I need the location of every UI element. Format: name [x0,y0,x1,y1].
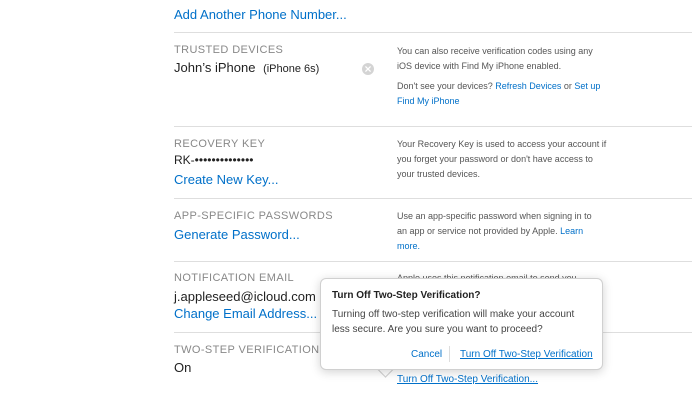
cancel-button[interactable]: Cancel [411,349,442,360]
create-new-key-link[interactable]: Create New Key... [174,172,279,187]
dialog-title: Turn Off Two-Step Verification? [332,290,481,301]
add-phone-number-link[interactable]: Add Another Phone Number... [174,7,347,22]
or-text: or [563,81,572,91]
trusted-devices-title: TRUSTED DEVICES [174,44,284,56]
trusted-device-item: John’s iPhone (iPhone 6s) [174,60,319,75]
divider [174,198,692,199]
turn-off-two-step-link[interactable]: Turn Off Two-Step Verification... [397,374,538,385]
refresh-devices-link[interactable]: Refresh Devices [495,81,561,91]
divider [174,261,692,262]
change-email-link[interactable]: Change Email Address... [174,306,317,321]
device-model: (iPhone 6s) [263,63,320,75]
app-passwords-description: Use an app-specific password when signin… [397,209,602,254]
recovery-key-description: Your Recovery Key is used to access your… [397,139,607,179]
turn-off-confirmation-dialog: Turn Off Two-Step Verification? Turning … [320,278,603,370]
divider [174,126,692,127]
two-step-title: TWO-STEP VERIFICATION [174,344,320,356]
trusted-devices-description: You can also receive verification codes … [397,46,593,71]
recovery-key-value: RK-•••••••••••••• [174,153,254,167]
button-divider [449,346,450,362]
app-passwords-title: APP-SPECIFIC PASSWORDS [174,210,333,222]
dialog-message: Turning off two-step verification will m… [332,309,575,335]
divider [174,32,692,33]
two-step-status: On [174,360,192,375]
generate-password-link[interactable]: Generate Password... [174,227,300,242]
help-text: Don't see your devices? [397,81,493,91]
recovery-key-title: RECOVERY KEY [174,138,266,150]
notification-email-title: NOTIFICATION EMAIL [174,272,295,284]
x-circle-icon [365,66,371,72]
notification-email-value: j.appleseed@icloud.com [174,289,316,304]
confirm-turn-off-button[interactable]: Turn Off Two-Step Verification [460,349,593,360]
remove-device-button[interactable] [362,63,374,75]
device-name: John’s iPhone [174,60,256,75]
trusted-devices-help: Don't see your devices? Refresh Devices … [397,79,607,109]
